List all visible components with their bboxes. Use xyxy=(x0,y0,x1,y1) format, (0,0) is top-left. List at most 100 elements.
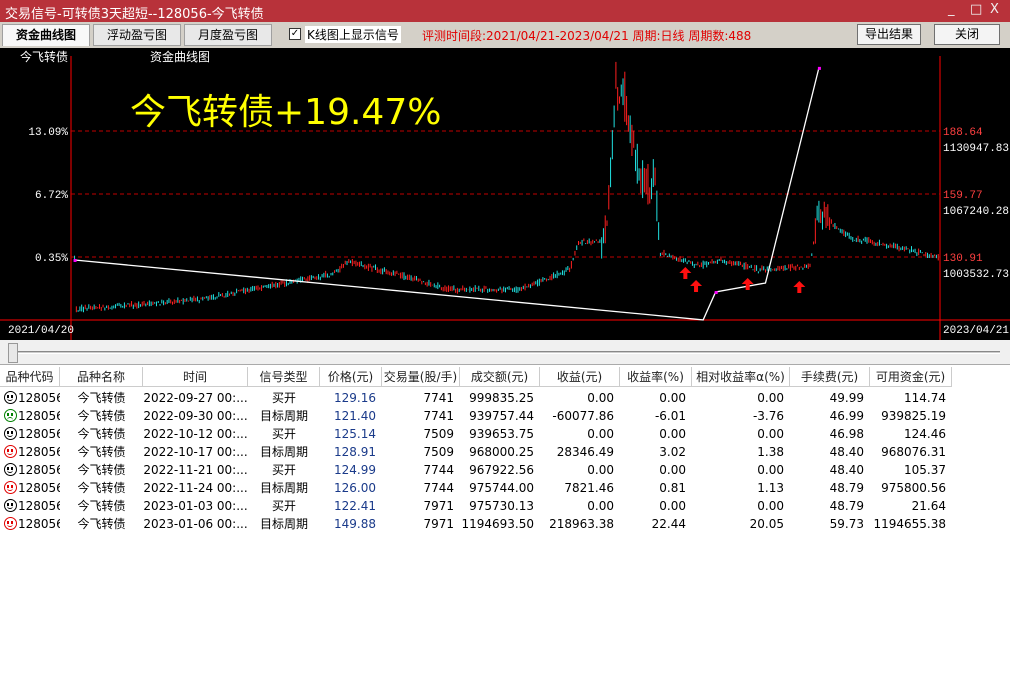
left-axis-label: 6.72% xyxy=(35,190,68,202)
equity-axis-label: 1003532.73 xyxy=(943,269,1009,281)
column-header[interactable]: 品种代码 xyxy=(0,367,60,387)
toolbar: 资金曲线图 浮动盈亏图 月度盈亏图 ✓ K线图上显示信号 评测时间段:2021/… xyxy=(0,22,1010,48)
slider-track[interactable] xyxy=(18,351,1000,354)
cell-fee: 49.99 xyxy=(829,391,864,405)
cell-amount: 967922.56 xyxy=(469,463,534,477)
column-header[interactable]: 收益率(%) xyxy=(620,367,692,387)
cell-alpha: -3.76 xyxy=(752,409,784,423)
cell-cash: 114.74 xyxy=(904,391,946,405)
code-text: 128056 xyxy=(18,409,60,423)
column-header[interactable]: 可用资金(元) xyxy=(870,367,952,387)
tab-monthly-pnl[interactable]: 月度盈亏图 xyxy=(184,24,272,46)
cell-fee: 46.98 xyxy=(829,427,864,441)
cell-vol: 7741 xyxy=(423,391,454,405)
cell-code: 128056 xyxy=(0,425,60,443)
time-scroll-slider[interactable] xyxy=(0,340,1010,364)
cell-name: 今飞转债 xyxy=(77,481,126,495)
column-header[interactable]: 交易量(股/手) xyxy=(382,367,460,387)
cell-name: 今飞转债 xyxy=(77,463,126,477)
cell-type: 买开 xyxy=(271,463,296,477)
column-header[interactable]: 信号类型 xyxy=(248,367,320,387)
price-axis-label: 188.64 xyxy=(943,127,983,139)
cell-name: 今飞转债 xyxy=(77,409,126,423)
cell-cash: 105.37 xyxy=(904,463,946,477)
cell-alpha: 0.00 xyxy=(757,391,784,405)
close-button[interactable]: 关闭 xyxy=(934,24,1000,45)
buy-signal-arrow-icon xyxy=(741,278,754,290)
export-button[interactable]: 导出结果 xyxy=(857,24,921,45)
minimize-button[interactable]: _ xyxy=(948,2,955,17)
buy-signal-arrow-icon xyxy=(793,281,806,293)
tab-equity-curve[interactable]: 资金曲线图 xyxy=(2,24,90,46)
signal-table: 品种代码 品种名称 时间 信号类型 价格(元) 交易量(股/手) 成交额(元) 收益(元) 收益… xyxy=(0,364,1010,692)
cell-alpha: 20.05 xyxy=(749,517,784,531)
column-header[interactable]: 手续费(元) xyxy=(790,367,870,387)
cell-rate: 0.81 xyxy=(659,481,686,495)
end-date-label: 2023/04/21 xyxy=(943,325,1009,337)
cell-time: 2022-10-17 00:... xyxy=(143,445,248,459)
start-date-label: 2021/04/20 xyxy=(8,325,74,337)
column-header[interactable]: 品种名称 xyxy=(60,367,143,387)
code-text: 128056 xyxy=(18,391,60,405)
slider-thumb[interactable] xyxy=(8,343,18,363)
cell-code: 128056 xyxy=(0,389,60,407)
column-header[interactable]: 时间 xyxy=(143,367,248,387)
cell-vol: 7744 xyxy=(423,463,454,477)
table-row[interactable]: 128056 今飞转债 2022-09-27 00:... 买开 129.16 7741 9… xyxy=(0,389,952,407)
column-header[interactable]: 收益(元) xyxy=(540,367,620,387)
close-window-button[interactable]: X xyxy=(990,2,999,17)
loss-face-icon xyxy=(4,409,17,422)
table-row[interactable]: 128056 今飞转债 2022-11-21 00:... 买开 124.99 7744 9… xyxy=(0,461,952,479)
table-header: 品种代码 品种名称 时间 信号类型 价格(元) 交易量(股/手) 成交额(元) 收益(元) 收益… xyxy=(0,367,952,387)
table-row[interactable]: 128056 今飞转债 2022-11-24 00:... 目标周期 126.00 774… xyxy=(0,479,952,497)
code-text: 128056 xyxy=(18,463,60,477)
cell-alpha: 0.00 xyxy=(757,463,784,477)
cell-alpha: 1.38 xyxy=(757,445,784,459)
equity-point xyxy=(714,291,718,295)
column-header[interactable]: 价格(元) xyxy=(320,367,382,387)
cell-type: 买开 xyxy=(271,499,296,513)
title-bar: 交易信号-可转债3天超短--128056-今飞转债 _ □ X xyxy=(0,0,1010,22)
cell-amount: 999835.25 xyxy=(469,391,534,405)
cell-price: 126.00 xyxy=(334,481,376,495)
cell-profit: 7821.46 xyxy=(564,481,614,495)
equity-axis-label: 1130947.83 xyxy=(943,143,1009,155)
cell-rate: -6.01 xyxy=(654,409,686,423)
tab-floating-pnl[interactable]: 浮动盈亏图 xyxy=(93,24,181,46)
table-row[interactable]: 128056 今飞转债 2023-01-06 00:... 目标周期 149.88 797… xyxy=(0,515,952,533)
cell-name: 今飞转债 xyxy=(77,499,126,513)
cell-vol: 7971 xyxy=(423,499,454,513)
neutral-smiley-icon xyxy=(4,463,17,476)
cell-code: 128056 xyxy=(0,515,60,533)
cell-type: 买开 xyxy=(271,427,296,441)
cell-code: 128056 xyxy=(0,443,60,461)
cell-profit: 0.00 xyxy=(587,391,614,405)
instrument-label: 今飞转债 xyxy=(20,49,68,64)
equity-point xyxy=(817,66,821,70)
cell-fee: 48.79 xyxy=(829,481,864,495)
cell-vol: 7509 xyxy=(423,427,454,441)
window-title: 交易信号-可转债3天超短--128056-今飞转债 xyxy=(5,7,264,22)
cell-vol: 7971 xyxy=(423,517,454,531)
cell-name: 今飞转债 xyxy=(77,517,126,531)
cell-vol: 7741 xyxy=(423,409,454,423)
cell-price: 125.14 xyxy=(334,427,376,441)
evaluation-info: 评测时间段:2021/04/21-2023/04/21 周期:日线 周期数:48… xyxy=(422,29,752,43)
column-header[interactable]: 成交额(元) xyxy=(460,367,540,387)
table-row[interactable]: 128056 今飞转债 2022-09-30 00:... 目标周期 121.40 774… xyxy=(0,407,952,425)
cell-cash: 968076.31 xyxy=(881,445,946,459)
maximize-button[interactable]: □ xyxy=(970,2,982,17)
cell-type: 目标周期 xyxy=(259,445,308,459)
table-row[interactable]: 128056 今飞转债 2022-10-17 00:... 目标周期 128.91 750… xyxy=(0,443,952,461)
column-header[interactable]: 相对收益率α(%) xyxy=(692,367,790,387)
table-row[interactable]: 128056 今飞转债 2022-10-12 00:... 买开 125.14 7509 9… xyxy=(0,425,952,443)
profit-smiley-icon xyxy=(4,445,17,458)
cell-cash: 1194655.38 xyxy=(873,517,946,531)
show-signal-checkbox[interactable]: ✓ xyxy=(289,28,301,40)
cell-name: 今飞转债 xyxy=(77,391,126,405)
cell-fee: 59.73 xyxy=(829,517,864,531)
cell-profit: 0.00 xyxy=(587,463,614,477)
equity-axis-label: 1067240.28 xyxy=(943,206,1009,218)
headline-return: 今飞转债+19.47% xyxy=(130,92,441,133)
table-row[interactable]: 128056 今飞转债 2023-01-03 00:... 买开 122.41 7971 9… xyxy=(0,497,952,515)
